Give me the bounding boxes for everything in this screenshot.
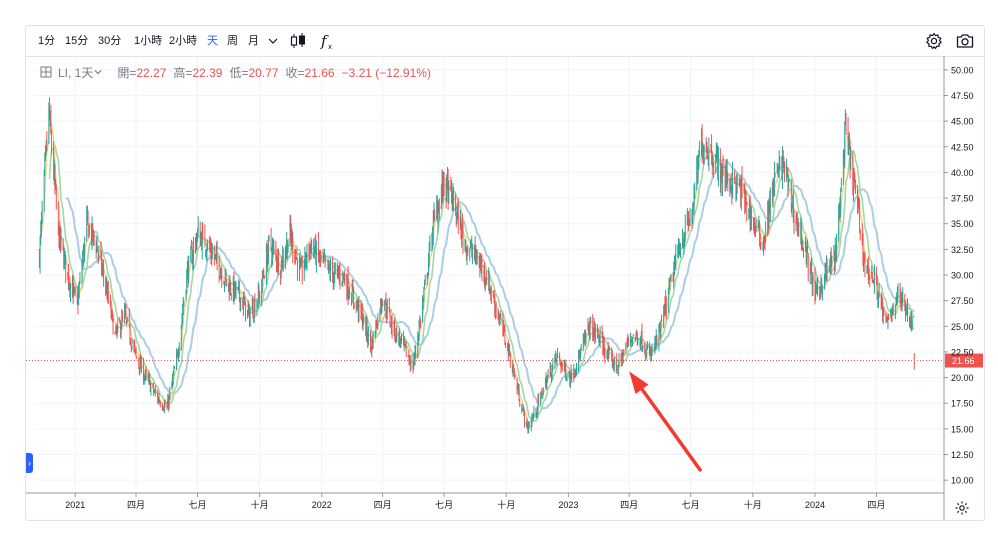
legend-low-value: 20.77 [248,66,279,80]
y-tick-label: 35.00 [951,219,974,229]
legend-toggle-icon[interactable] [40,66,52,78]
x-tick-label: 四月 [374,500,392,510]
x-tick-label: 2023 [558,500,578,510]
x-tick-label: 四月 [867,500,885,510]
y-tick-label: 37.50 [951,194,974,204]
y-tick-label: 50.00 [951,65,974,75]
x-tick-label: 七月 [188,500,206,510]
legend-change: −3.21 (−12.91%) [341,66,431,80]
x-tick-label: 七月 [682,500,700,510]
y-tick-label: 17.50 [951,399,974,409]
legend-open-value: 22.27 [136,66,167,80]
last-price-label: 21.66 [952,356,975,366]
y-tick-label: 27.50 [951,296,974,306]
y-tick-label: 20.00 [951,373,974,383]
y-tick-label: 42.50 [951,142,974,152]
x-tick-label: 四月 [620,500,638,510]
arrow-head [629,371,649,394]
legend-close-value: 21.66 [304,66,335,80]
axis-settings-icon[interactable] [954,500,970,516]
x-tick-label: 2021 [65,500,85,510]
x-tick-label: 十月 [251,499,269,510]
price-chart[interactable]: 21.66 10.00 12.50 15.00 17.50 20.00 22.50 25.0… [26,26,984,520]
x-tick-label: 七月 [435,500,453,510]
y-tick-label: 12.50 [951,450,974,460]
last-price-line: 21.66 [26,353,983,368]
legend-high-label: 高= [173,66,193,80]
y-tick-label: 10.00 [951,476,974,486]
ohlc-legend: LI, 1天 開=22.27 高=22.39 低=20.77 收=21.66 −3.21 … [40,64,431,80]
legend-high-value: 22.39 [192,66,223,80]
x-tick-label: 2024 [805,500,825,510]
y-tick-label: 15.00 [951,424,974,434]
arrow-shaft [640,387,702,472]
x-tick-label: 十月 [497,499,515,510]
y-tick-label: 22.50 [951,347,974,357]
y-tick-label: 25.00 [951,322,974,332]
arrow-annotation [629,371,702,472]
x-tick-label: 十月 [744,499,762,510]
y-tick-label: 30.00 [951,271,974,281]
symbol-chevron-icon[interactable] [93,66,103,76]
y-tick-label: 40.00 [951,168,974,178]
x-tick-label: 四月 [127,500,145,510]
candlestick-series [38,97,915,434]
y-tick-label: 47.50 [951,91,974,101]
legend-close-label: 收= [285,66,305,80]
chart-widget: 1分 15分 30分 1小時 2小時 天 周 月 f x 21.66 10.00… [25,25,985,521]
x-tick-label: 2022 [312,500,332,510]
expand-panel-handle[interactable]: › [26,453,33,473]
legend-low-label: 低= [229,66,249,80]
ma-mid-path [48,141,916,422]
legend-symbol[interactable]: LI, 1天 [58,66,93,80]
ma-mid-line [48,141,916,422]
y-tick-label: 32.50 [951,245,974,255]
y-tick-label: 45.00 [951,117,974,127]
axes: 10.00 12.50 15.00 17.50 20.00 22.50 25.00 27.50… [26,56,974,520]
legend-open-label: 開= [117,66,137,80]
